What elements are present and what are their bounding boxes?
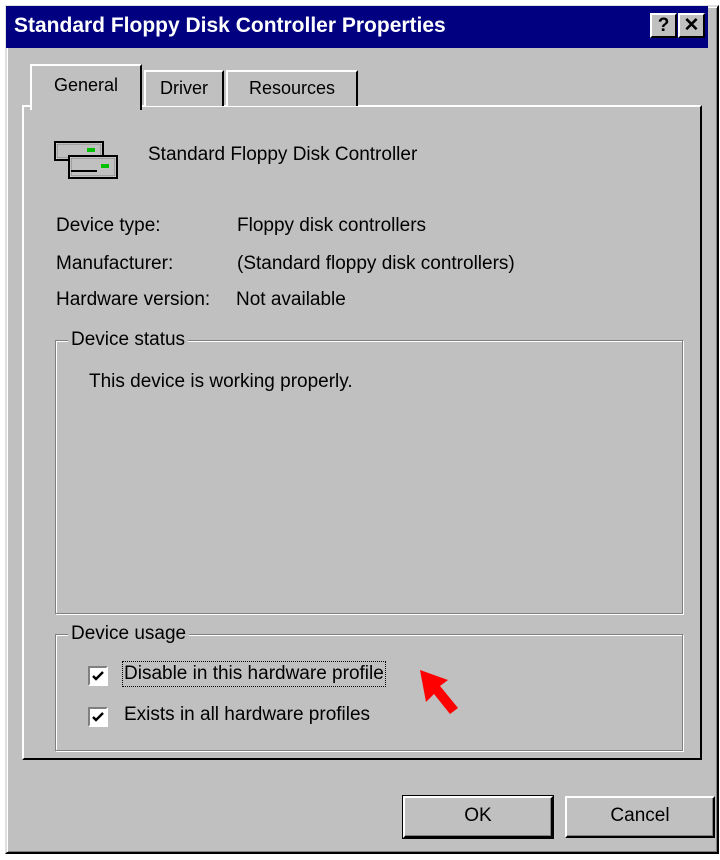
window-title: Standard Floppy Disk Controller Properti…	[14, 14, 446, 37]
floppy-controller-icon	[54, 141, 118, 179]
tab-resources[interactable]: Resources	[226, 70, 358, 106]
tab-general[interactable]: General	[30, 64, 142, 110]
device-usage-group	[55, 634, 683, 751]
hardware-version-value: Not available	[236, 289, 346, 310]
device-status-text: This device is working properly.	[89, 371, 353, 392]
device-status-title: Device status	[68, 329, 189, 351]
tab-driver[interactable]: Driver	[144, 70, 224, 106]
ok-button[interactable]: OK	[402, 795, 554, 839]
manufacturer-value: (Standard floppy disk controllers)	[237, 253, 515, 274]
title-bar[interactable]: Standard Floppy Disk Controller Properti…	[6, 6, 708, 48]
hardware-version-label: Hardware version:	[56, 289, 211, 310]
device-type-value: Floppy disk controllers	[237, 215, 427, 236]
checkmark-icon	[92, 671, 104, 681]
disable-profile-checkbox[interactable]	[88, 666, 108, 686]
device-usage-title: Device usage	[68, 623, 190, 645]
close-icon: ✕	[683, 15, 700, 36]
device-name: Standard Floppy Disk Controller	[148, 144, 418, 165]
close-button[interactable]: ✕	[678, 13, 705, 38]
manufacturer-label: Manufacturer:	[56, 253, 174, 274]
checkmark-icon	[92, 712, 104, 722]
device-type-label: Device type:	[56, 215, 161, 236]
cancel-button[interactable]: Cancel	[565, 796, 715, 838]
exists-all-profiles-label[interactable]: Exists in all hardware profiles	[124, 704, 370, 726]
help-button[interactable]: ?	[650, 13, 677, 38]
exists-all-profiles-checkbox[interactable]	[88, 707, 108, 727]
red-arrow-pointer-icon	[420, 670, 458, 714]
disable-profile-label[interactable]: Disable in this hardware profile	[122, 661, 386, 687]
